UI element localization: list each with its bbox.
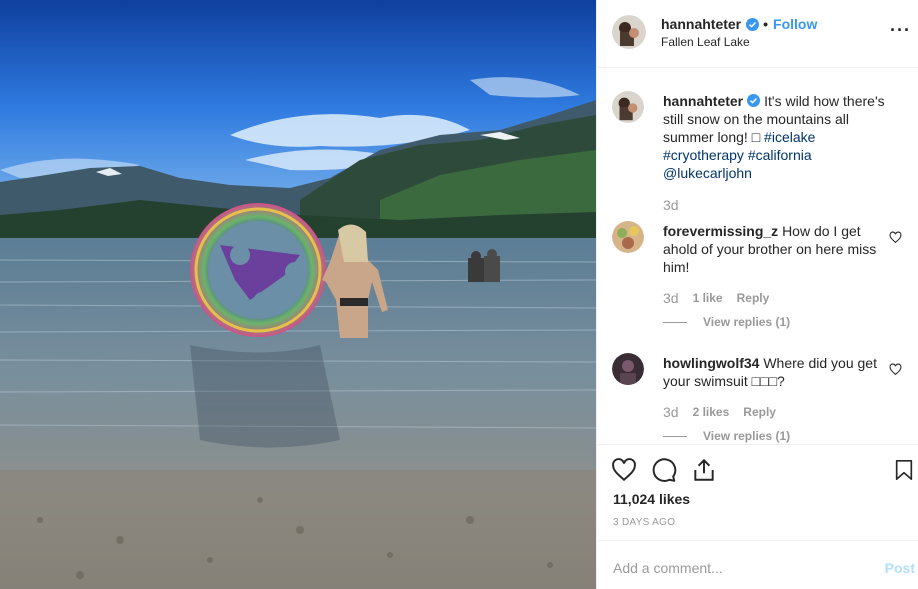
avatar[interactable]: [612, 91, 644, 123]
more-options-icon[interactable]: ···: [890, 20, 911, 41]
post-photo[interactable]: [0, 0, 596, 589]
add-comment-bar: Add a comment... Post: [597, 540, 918, 589]
comment-username[interactable]: forevermissing_z: [663, 223, 778, 239]
caption-username[interactable]: hannahteter: [663, 93, 743, 109]
hashtag-link[interactable]: #cryotherapy: [663, 147, 744, 163]
comment-likes[interactable]: 2 likes: [693, 405, 730, 419]
follow-button[interactable]: Follow: [773, 16, 817, 32]
verified-badge-icon: [746, 17, 760, 31]
avatar[interactable]: [612, 15, 646, 49]
separator-dot: •: [763, 16, 769, 32]
comment-meta: 3d 1 like Reply: [663, 290, 769, 306]
hashtag-link[interactable]: #california: [748, 147, 812, 163]
like-comment-heart-icon[interactable]: [889, 363, 902, 376]
replies-divider: [663, 321, 687, 323]
replies-divider: [663, 435, 687, 437]
add-comment-input[interactable]: Add a comment...: [613, 560, 723, 576]
view-replies-button[interactable]: View replies (1): [663, 315, 790, 329]
caption-time[interactable]: 3d: [663, 197, 679, 213]
comment-likes[interactable]: 1 like: [693, 291, 723, 305]
reply-button[interactable]: Reply: [737, 291, 770, 305]
comment-username[interactable]: howlingwolf34: [663, 355, 759, 371]
post-header: hannahteter • Follow Fallen Leaf Lake ··…: [597, 0, 918, 68]
verified-badge-icon: [747, 94, 761, 107]
post-location[interactable]: Fallen Leaf Lake: [661, 35, 750, 49]
comment-text: howlingwolf34 Where did you get your swi…: [663, 354, 885, 390]
avatar[interactable]: [612, 221, 644, 253]
post-comment-button[interactable]: Post: [885, 560, 915, 576]
comment-icon[interactable]: [651, 457, 677, 483]
like-comment-heart-icon[interactable]: [889, 231, 902, 244]
post-actions: 11,024 likes 3 DAYS AGO: [597, 444, 918, 540]
post-author-username[interactable]: hannahteter: [661, 16, 741, 32]
lake-scene-image: [0, 0, 596, 589]
reply-button[interactable]: Reply: [743, 405, 776, 419]
caption-text: hannahteter It's wild how there's still s…: [663, 92, 889, 182]
post-timestamp[interactable]: 3 DAYS AGO: [613, 517, 675, 528]
heart-icon[interactable]: [611, 457, 637, 483]
avatar[interactable]: [612, 353, 644, 385]
view-replies-button[interactable]: View replies (1): [663, 429, 790, 443]
share-icon[interactable]: [691, 457, 717, 483]
comment-text: forevermissing_z How do I get ahold of y…: [663, 222, 885, 276]
bookmark-icon[interactable]: [893, 457, 915, 483]
comment-meta: 3d 2 likes Reply: [663, 404, 776, 420]
comments-list[interactable]: hannahteter It's wild how there's still s…: [597, 69, 918, 444]
comment-time[interactable]: 3d: [663, 290, 679, 306]
comment-time[interactable]: 3d: [663, 404, 679, 420]
hashtag-link[interactable]: #icelake: [764, 129, 815, 145]
post-details-panel: hannahteter • Follow Fallen Leaf Lake ··…: [596, 0, 918, 589]
caption-meta: 3d: [663, 197, 679, 213]
likes-count[interactable]: 11,024 likes: [613, 491, 690, 507]
view-replies-label: View replies (1): [703, 429, 791, 443]
mention-link[interactable]: @lukecarljohn: [663, 165, 752, 181]
view-replies-label: View replies (1): [703, 315, 791, 329]
